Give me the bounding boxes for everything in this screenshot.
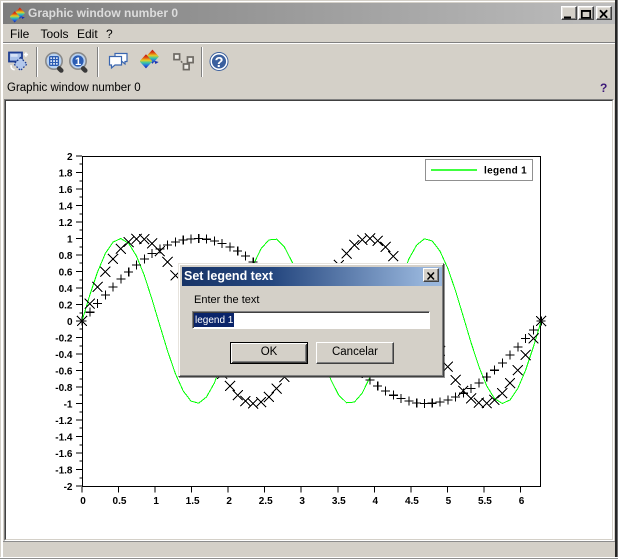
svg-text:0.8: 0.8 [59,251,73,262]
svg-text:3: 3 [299,496,305,507]
svg-text:0.4: 0.4 [59,284,73,295]
svg-text:0: 0 [80,496,86,507]
svg-text:5.5: 5.5 [478,496,492,507]
svg-text:5: 5 [446,496,452,507]
svg-text:-0.8: -0.8 [55,383,73,394]
svg-text:-2: -2 [64,482,73,493]
svg-text:0: 0 [67,317,73,328]
svg-text:-1.6: -1.6 [55,449,73,460]
svg-text:2.5: 2.5 [259,496,273,507]
svg-text:-1.2: -1.2 [55,416,73,427]
svg-text:6: 6 [519,496,525,507]
svg-text:1.2: 1.2 [59,218,73,229]
svg-text:0.5: 0.5 [113,496,127,507]
svg-text:-0.2: -0.2 [55,334,73,345]
svg-text:-0.4: -0.4 [55,350,73,361]
svg-text:1.5: 1.5 [186,496,200,507]
svg-text:3.5: 3.5 [332,496,346,507]
svg-text:1: 1 [153,496,159,507]
svg-text:0.2: 0.2 [59,301,73,312]
svg-text:4: 4 [373,496,379,507]
svg-text:1.6: 1.6 [59,185,73,196]
svg-text:1.4: 1.4 [59,202,73,213]
svg-text:-1.4: -1.4 [55,433,73,444]
svg-text:-1.8: -1.8 [55,466,73,477]
svg-text:2: 2 [67,152,73,163]
svg-text:1: 1 [67,235,73,246]
svg-text:-0.6: -0.6 [55,367,73,378]
svg-text:2: 2 [226,496,232,507]
svg-text:legend 1: legend 1 [484,166,527,177]
svg-text:1.8: 1.8 [59,169,73,180]
svg-text:4.5: 4.5 [405,496,419,507]
svg-text:0.6: 0.6 [59,268,73,279]
svg-text:-1: -1 [64,400,73,411]
